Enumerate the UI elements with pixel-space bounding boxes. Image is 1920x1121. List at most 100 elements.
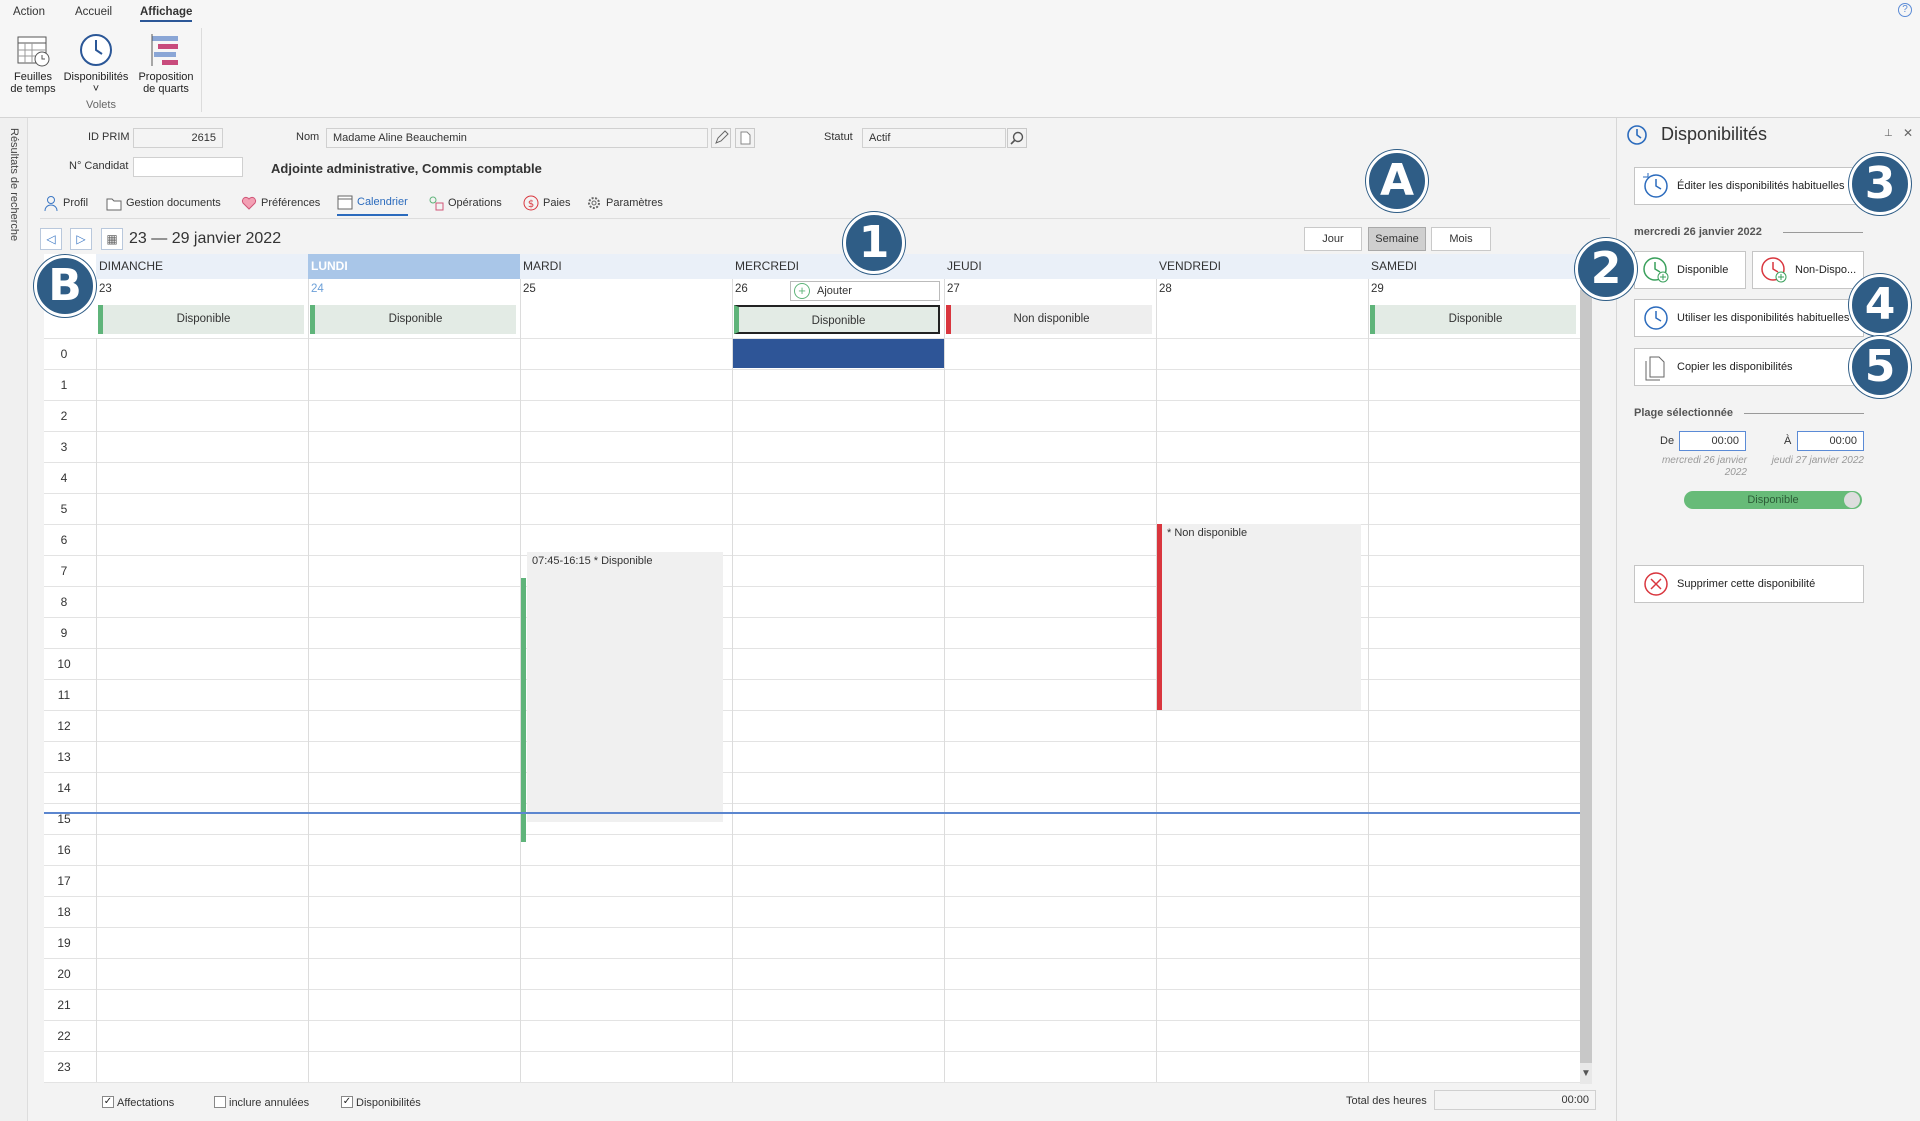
- tab-operations[interactable]: Opérations: [428, 190, 502, 216]
- hour-line: [44, 772, 1580, 773]
- day-number: 28: [1159, 283, 1172, 295]
- day-column-divider: [732, 254, 733, 1082]
- heart-icon: [241, 196, 257, 210]
- ribbon-tab-affichage[interactable]: Affichage: [140, 6, 193, 22]
- shift-proposal-button[interactable]: Proposition de quarts: [133, 32, 199, 95]
- day-column-divider: [308, 254, 309, 1082]
- close-icon[interactable]: ✕: [1903, 126, 1913, 140]
- day-header-mardi[interactable]: MARDI: [520, 254, 732, 279]
- prev-week-button[interactable]: ◁: [40, 228, 62, 250]
- document-icon[interactable]: [735, 128, 755, 148]
- tab-paies[interactable]: $ Paies: [523, 190, 571, 216]
- id-prim-label: ID PRIM: [88, 131, 130, 143]
- selected-date-section: mercredi 26 janvier 2022: [1634, 226, 1762, 238]
- hour-line: [44, 958, 1580, 959]
- tab-profil[interactable]: Profil: [43, 190, 88, 216]
- view-day-button[interactable]: Jour: [1304, 227, 1362, 251]
- copy-icon: [1645, 356, 1665, 381]
- pane-clock-icon: [1626, 124, 1648, 149]
- hour-label: 7: [60, 564, 68, 578]
- allday-availability[interactable]: Disponible: [734, 305, 940, 334]
- availability-toggle[interactable]: Disponible: [1684, 491, 1862, 509]
- to-time-input[interactable]: 00:00: [1797, 431, 1864, 451]
- total-hours-field: 00:00: [1434, 1090, 1596, 1110]
- use-habitual-button[interactable]: Utiliser les disponibilités habituelles: [1634, 299, 1864, 337]
- tab-parametres[interactable]: Paramètres: [586, 190, 663, 216]
- candidate-label: N° Candidat: [69, 160, 129, 172]
- set-available-button[interactable]: Disponible: [1634, 251, 1746, 289]
- unavailable-event[interactable]: * Non disponible: [1157, 524, 1361, 710]
- day-number: 24: [311, 283, 324, 295]
- hour-line: [44, 431, 1580, 432]
- section-divider: [1783, 232, 1863, 233]
- person-icon: [44, 196, 58, 211]
- shift-proposal-icon: [148, 32, 184, 68]
- delete-availability-button[interactable]: Supprimer cette disponibilité: [1634, 565, 1864, 603]
- current-time-line: [44, 812, 1580, 815]
- tab-calendrier[interactable]: Calendrier: [337, 190, 408, 216]
- day-number: 23: [99, 283, 112, 295]
- search-results-strip[interactable]: Résultats de recherche: [0, 118, 28, 1121]
- calendar-scrollbar[interactable]: [1580, 290, 1592, 1084]
- hour-line: [44, 896, 1580, 897]
- include-cancelled-checkbox[interactable]: [214, 1096, 226, 1108]
- calendar-picker-icon[interactable]: ▦: [101, 228, 123, 250]
- day-header-vendredi[interactable]: VENDREDI: [1156, 254, 1368, 279]
- view-month-button[interactable]: Mois: [1431, 227, 1491, 251]
- availability-button[interactable]: Disponibilités ˅: [63, 32, 129, 95]
- ribbon-tab-accueil[interactable]: Accueil: [75, 6, 112, 18]
- allday-availability[interactable]: Disponible: [98, 305, 304, 334]
- week-calendar[interactable]: 0 1 2 3 4 5 6 7 8 9 10 11 12 13 14 15 16 17 18 19 20 21 22 23 DI…: [44, 254, 1581, 1083]
- from-time-input[interactable]: 00:00: [1679, 431, 1746, 451]
- view-week-button[interactable]: Semaine: [1368, 227, 1426, 251]
- hour-line: [44, 834, 1580, 835]
- pin-icon[interactable]: ⊥: [1884, 128, 1893, 139]
- total-hours-label: Total des heures: [1346, 1095, 1427, 1107]
- candidate-field[interactable]: [133, 157, 243, 177]
- set-unavailable-button[interactable]: Non-Dispo...: [1752, 251, 1864, 289]
- allday-availability[interactable]: Non disponible: [946, 305, 1152, 334]
- availability-checkbox[interactable]: ✓: [341, 1096, 353, 1108]
- edit-habitual-button[interactable]: Éditer les disponibilités habituelles: [1634, 167, 1864, 205]
- affectations-checkbox[interactable]: ✓: [102, 1096, 114, 1108]
- name-label: Nom: [296, 131, 320, 143]
- help-icon[interactable]: ?: [1898, 3, 1912, 17]
- allday-availability[interactable]: Disponible: [310, 305, 516, 334]
- add-button[interactable]: Ajouter: [790, 281, 940, 301]
- callout-badge-b: B: [34, 255, 96, 317]
- hour-label: 13: [57, 750, 71, 764]
- ribbon-tab-action[interactable]: Action: [13, 6, 45, 18]
- ribbon-group-label: Volets: [86, 99, 116, 111]
- hour-label: 23: [57, 1060, 71, 1074]
- tab-operations-label: Opérations: [448, 197, 502, 209]
- edit-icon[interactable]: [711, 128, 731, 148]
- copy-availability-button[interactable]: Copier les disponibilités: [1634, 348, 1864, 386]
- day-header-samedi[interactable]: SAMEDI: [1368, 254, 1580, 279]
- callout-badge-a: A: [1366, 150, 1428, 212]
- availability-event[interactable]: 07:45-16:15 * Disponible: [527, 552, 723, 822]
- day-header-mercredi[interactable]: MERCREDI: [732, 254, 944, 279]
- allday-availability[interactable]: Disponible: [1370, 305, 1576, 334]
- edit-habitual-label: Éditer les disponibilités habituelles: [1677, 180, 1845, 192]
- callout-badge-4: 4: [1849, 274, 1911, 336]
- timesheets-button[interactable]: Feuilles de temps: [0, 32, 66, 95]
- availability-toggle-label: Disponible: [1747, 494, 1799, 506]
- selected-time-slot[interactable]: [733, 339, 944, 368]
- set-available-label: Disponible: [1677, 264, 1729, 276]
- tab-preferences[interactable]: Préférences: [241, 190, 320, 216]
- use-habitual-label: Utiliser les disponibilités habituelles: [1677, 312, 1850, 324]
- day-header-dimanche[interactable]: DIMANCHE: [96, 254, 308, 279]
- tab-documents[interactable]: Gestion documents: [106, 190, 221, 216]
- day-header-jeudi[interactable]: JEUDI: [944, 254, 1156, 279]
- hour-label: 16: [57, 843, 71, 857]
- tabs-divider: [40, 218, 1610, 219]
- name-field[interactable]: Madame Aline Beauchemin: [326, 128, 708, 148]
- day-header-lundi[interactable]: LUNDI: [308, 254, 520, 279]
- status-field[interactable]: Actif: [862, 128, 1006, 148]
- scroll-down-icon[interactable]: ▼: [1581, 1068, 1591, 1079]
- time-column-divider: [96, 338, 97, 1082]
- search-icon[interactable]: [1007, 128, 1027, 148]
- next-week-button[interactable]: ▷: [70, 228, 92, 250]
- id-prim-field[interactable]: 2615: [133, 128, 223, 148]
- affectations-label: Affectations: [117, 1097, 175, 1109]
